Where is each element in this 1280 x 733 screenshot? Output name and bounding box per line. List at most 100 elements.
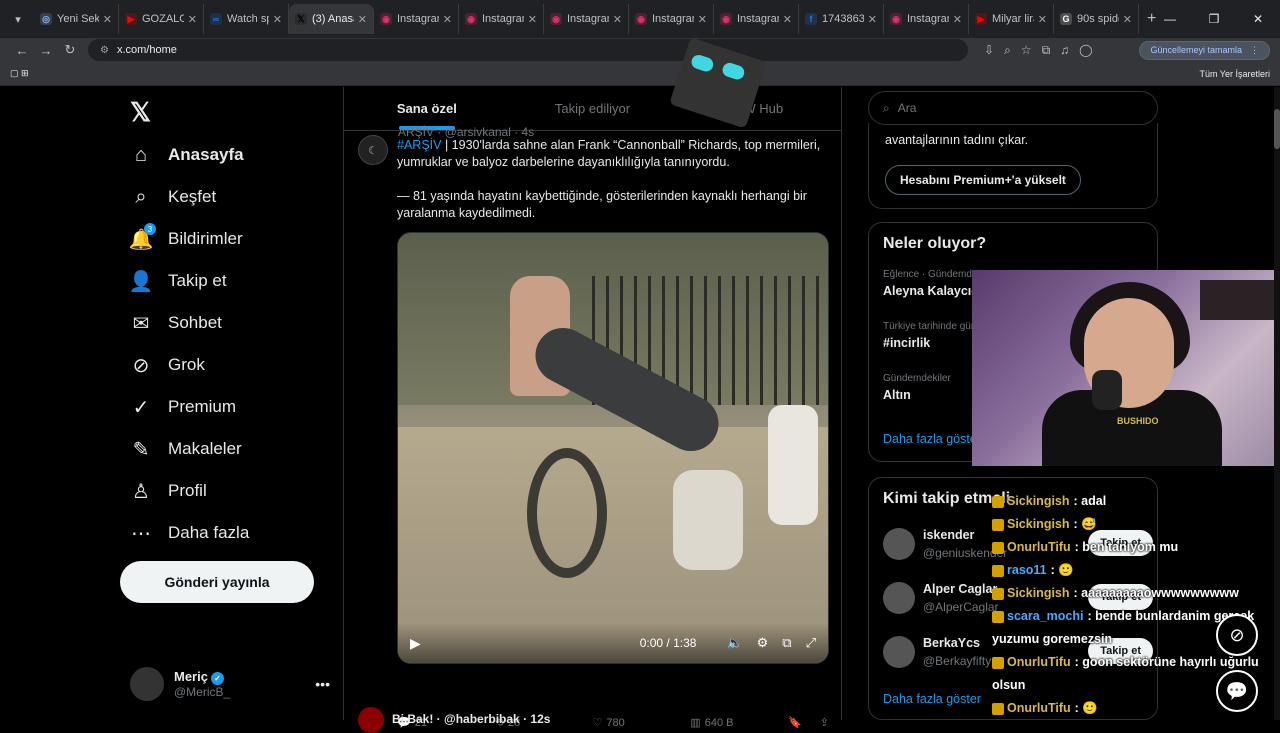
chat-user: OnurluTifu [1007, 655, 1071, 669]
post-button[interactable]: Gönderi yayınla [120, 561, 314, 603]
all-bookmarks[interactable]: Tüm Yer İşaretleri [1199, 69, 1270, 79]
close-tab-icon[interactable]: ✕ [528, 13, 537, 26]
chat-user: OnurluTifu [1007, 540, 1071, 554]
youtube-icon: ▶ [125, 13, 137, 25]
browser-tab[interactable]: ◉ Instagram ✕ [374, 4, 459, 34]
search-placeholder: Ara [897, 101, 917, 115]
tab-for-you[interactable]: Sana özel [344, 87, 510, 130]
more-icon: ⋯ [131, 522, 151, 545]
account-switcher[interactable]: Meriç ✓ @MericB_ ••• [130, 667, 330, 701]
scrollbar[interactable] [1274, 87, 1280, 720]
browser-tab[interactable]: ◉ Instagram ✕ [544, 4, 629, 34]
volume-icon[interactable]: 🔈 [726, 635, 742, 651]
premium-upgrade-button[interactable]: Hesabını Premium+'a yükselt [885, 165, 1081, 195]
search-input[interactable]: ⌕ Ara [868, 91, 1158, 125]
back-icon[interactable]: ← [10, 43, 34, 58]
trends-show-more[interactable]: Daha fazla göster [883, 432, 981, 446]
close-tab-icon[interactable]: ✕ [1038, 13, 1047, 26]
more-icon[interactable]: ••• [315, 676, 330, 692]
nav-item-search[interactable]: ⌕ Keşfet [128, 177, 216, 217]
close-tab-icon[interactable]: ✕ [103, 13, 112, 26]
url-text: x.com/home [116, 44, 177, 56]
nav-item-home[interactable]: ⌂ Anasayfa [128, 135, 244, 175]
close-tab-icon[interactable]: ✕ [443, 13, 452, 26]
site-info-icon[interactable]: ⚙ [100, 45, 109, 56]
timeline: Sana özel Takip ediliyor GW Hub ☾ ARŞİV … [343, 87, 842, 733]
trend-meta: Eğlence · Gündemde [883, 269, 978, 280]
close-window-icon[interactable]: ✕ [1236, 12, 1280, 26]
browser-tab[interactable]: f 17438636 ✕ [799, 4, 884, 34]
menu-dots-icon[interactable]: ⋮ [1250, 45, 1259, 56]
restore-icon[interactable]: ❐ [1192, 12, 1236, 26]
bookmark-button[interactable]: 🔖 [788, 716, 802, 729]
reload-icon[interactable]: ↻ [58, 42, 82, 58]
share-button[interactable]: ⇪ [820, 716, 829, 729]
nav-item-profile[interactable]: ♙ Profil [128, 471, 207, 511]
close-tab-icon[interactable]: ✕ [1123, 13, 1132, 26]
chat-badge-icon [992, 541, 1004, 554]
nav-item-follow[interactable]: 👤 Takip et [128, 261, 227, 301]
bookmark-star-icon[interactable]: ☆ [1021, 43, 1032, 58]
browser-tab[interactable]: ◉ Instagram ✕ [884, 4, 969, 34]
tweet-video[interactable]: ▶ 0:00 / 1:38 🔈 ⚙ ⧉ ⤢ [397, 232, 829, 664]
close-tab-icon[interactable]: ✕ [188, 13, 197, 26]
grok-icon: ⊘ [132, 354, 150, 377]
tweet-hashtag[interactable]: #ARŞİV [397, 138, 441, 152]
follow-handle: @AlperCaglar [923, 600, 999, 614]
nav-item-more[interactable]: ⋯ Daha fazla [128, 513, 249, 553]
pip-icon[interactable]: ⧉ [782, 635, 791, 651]
nav-item-grok[interactable]: ⊘ Grok [128, 345, 205, 385]
tab-actions-icon[interactable]: ▢ ⊞ [10, 68, 29, 79]
nav-label: Premium [168, 397, 237, 416]
browser-tab[interactable]: 𝕏 (3) Anasay ✕ [289, 4, 374, 34]
browser-tab-strip: ▾ ◎ Yeni Sekme ✕ ▶ GOZALO (✕ ∞ Watch spi ✕ 𝕏 (3) … [0, 0, 1280, 38]
nav-item-premium[interactable]: ✓ Premium [128, 387, 236, 427]
messages-float-icon[interactable]: 💬 [1216, 670, 1258, 712]
media-icon[interactable]: ♫ [1060, 43, 1069, 58]
address-bar[interactable]: ⚙ x.com/home [88, 39, 968, 61]
install-icon[interactable]: ⇩ [984, 43, 994, 58]
nav-item-mail[interactable]: ✉ Sohbet [128, 303, 222, 343]
x-logo-icon[interactable]: 𝕏 [130, 97, 151, 128]
trend-item[interactable]: Gündemdekiler Altın [883, 373, 951, 402]
browser-tab[interactable]: ∞ Watch spi ✕ [204, 4, 289, 34]
fullscreen-icon[interactable]: ⤢ [806, 635, 816, 651]
chat-user: raso11 [1007, 563, 1047, 577]
close-tab-icon[interactable]: ✕ [698, 13, 707, 26]
close-tab-icon[interactable]: ✕ [783, 13, 792, 26]
views-button[interactable]: ▥ 640 B [690, 716, 788, 730]
forward-icon[interactable]: → [34, 43, 58, 58]
video-time: 0:00 / 1:38 [639, 636, 697, 650]
browser-tab[interactable]: G 90s spider ✕ [1054, 4, 1139, 34]
browser-tab[interactable]: ▶ Milyar lira ✕ [969, 4, 1054, 34]
nav-item-bell[interactable]: 🔔 3 Bildirimler [128, 219, 243, 259]
settings-icon[interactable]: ⚙ [757, 635, 769, 651]
tweet-avatar[interactable]: ☾ [358, 135, 388, 165]
close-tab-icon[interactable]: ✕ [953, 13, 962, 26]
grok-float-icon[interactable]: ⊘ [1216, 614, 1258, 656]
avatar [883, 636, 915, 668]
next-tweet[interactable]: Bi Bak! · @haberbibak · 12s [358, 707, 550, 733]
account-icon[interactable]: ◯ [1079, 43, 1092, 58]
close-tab-icon[interactable]: ✕ [868, 13, 877, 26]
close-tab-icon[interactable]: ✕ [358, 13, 367, 26]
tab-search-button[interactable]: ▾ [6, 7, 30, 31]
extensions-icon[interactable]: ⧉ [1042, 43, 1051, 58]
follow-show-more[interactable]: Daha fazla göster [883, 692, 981, 706]
zoom-icon[interactable]: ⌕ [1004, 43, 1011, 58]
like-button[interactable]: ♡ 780 [593, 716, 691, 730]
tab-following[interactable]: Takip ediliyor [510, 87, 676, 130]
browser-tab[interactable]: ◉ Instagram ✕ [459, 4, 544, 34]
close-tab-icon[interactable]: ✕ [613, 13, 622, 26]
close-tab-icon[interactable]: ✕ [273, 13, 282, 26]
chat-text: : adal [1073, 494, 1107, 508]
nav-item-articles[interactable]: ✎ Makaleler [128, 429, 242, 469]
browser-tab[interactable]: ◉ Instagram ✕ [629, 4, 714, 34]
update-button[interactable]: Güncellemeyi tamamla ⋮ [1139, 40, 1270, 60]
browser-toolbar: ← → ↻ ⚙ x.com/home ⇩ ⌕ ☆ ⧉ ♫ ◯ Güncellem… [0, 38, 1280, 62]
browser-tab[interactable]: ▶ GOZALO (✕ [119, 4, 204, 34]
browser-tab[interactable]: ◉ Instagram ✕ [714, 4, 799, 34]
browser-tab[interactable]: ◎ Yeni Sekme ✕ [34, 4, 119, 34]
minimize-icon[interactable]: — [1148, 12, 1192, 26]
play-icon[interactable]: ▶ [410, 635, 421, 652]
